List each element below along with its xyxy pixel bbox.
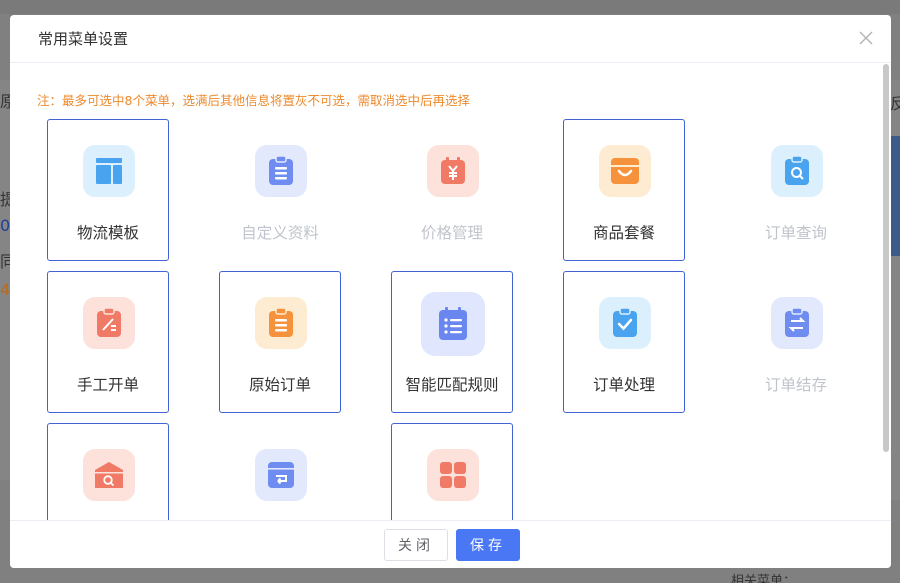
- menu-item-order-processing[interactable]: 订单处理: [563, 271, 685, 413]
- order-search-icon: [771, 145, 823, 197]
- clipboard-list-icon: [255, 145, 307, 197]
- dialog-footer: 关闭 保存: [10, 520, 891, 568]
- menu-item-label: 商品套餐: [592, 224, 655, 242]
- apps-grid-icon: [427, 449, 479, 501]
- order-balance-icon: [771, 297, 823, 349]
- menu-item-label: 订单处理: [592, 376, 655, 394]
- background-header: [0, 0, 900, 14]
- menu-item-original-order[interactable]: 原始订单: [219, 271, 341, 413]
- menu-item-warehouse-search[interactable]: [47, 423, 169, 520]
- menu-item-label: 原始订单: [248, 376, 311, 394]
- menu-item-order-query[interactable]: 订单查询: [735, 119, 857, 261]
- background-related-menu-label: 相关菜单：: [731, 574, 797, 583]
- background-text: 0: [0, 216, 11, 235]
- close-icon[interactable]: [857, 29, 875, 47]
- menu-item-order-balance[interactable]: 订单结存: [735, 271, 857, 413]
- menu-item-label: 订单查询: [764, 224, 827, 242]
- template-icon: [83, 145, 135, 197]
- dialog-body: 注：最多可选中8个菜单，选满后其他信息将置灰不可选，需取消选中后再选择 物流模板…: [10, 64, 891, 520]
- dialog-scrollbar[interactable]: [883, 64, 889, 452]
- smart-match-icon: [421, 292, 485, 356]
- menu-item-smart-match-rules[interactable]: 智能匹配规则: [391, 271, 513, 413]
- selection-notice: 注：最多可选中8个菜单，选满后其他信息将置灰不可选，需取消选中后再选择: [37, 93, 470, 108]
- menu-item-label: 手工开单: [76, 376, 139, 394]
- close-button[interactable]: 关闭: [384, 529, 448, 561]
- common-menu-settings-dialog: 常用菜单设置 注：最多可选中8个菜单，选满后其他信息将置灰不可选，需取消选中后再…: [10, 15, 891, 568]
- menu-item-label: 价格管理: [420, 224, 483, 242]
- background-right-bar: [890, 136, 900, 256]
- price-yen-icon: [427, 145, 479, 197]
- dialog-title: 常用菜单设置: [38, 30, 129, 48]
- manual-order-icon: [83, 297, 135, 349]
- menu-item-label: 物流模板: [76, 224, 139, 242]
- background-text: 反: [890, 94, 900, 113]
- menu-item-label: 智能匹配规则: [405, 376, 499, 394]
- menu-item-label: 订单结存: [764, 376, 827, 394]
- menu-item-apps[interactable]: [391, 423, 513, 520]
- return-box-icon: [255, 449, 307, 501]
- menu-item-custom-data[interactable]: 自定义资料: [219, 119, 341, 261]
- menu-item-manual-order[interactable]: 手工开单: [47, 271, 169, 413]
- original-order-icon: [255, 297, 307, 349]
- menu-item-logistics-template[interactable]: 物流模板: [47, 119, 169, 261]
- menu-item-return-box[interactable]: [219, 423, 341, 520]
- menu-item-label: 自定义资料: [241, 224, 319, 242]
- order-process-icon: [599, 297, 651, 349]
- menu-item-price-management[interactable]: 价格管理: [391, 119, 513, 261]
- save-button[interactable]: 保存: [456, 529, 520, 561]
- menu-item-product-bundle[interactable]: 商品套餐: [563, 119, 685, 261]
- dialog-header: 常用菜单设置: [10, 15, 891, 63]
- shopping-bag-icon: [599, 145, 651, 197]
- warehouse-search-icon: [83, 449, 135, 501]
